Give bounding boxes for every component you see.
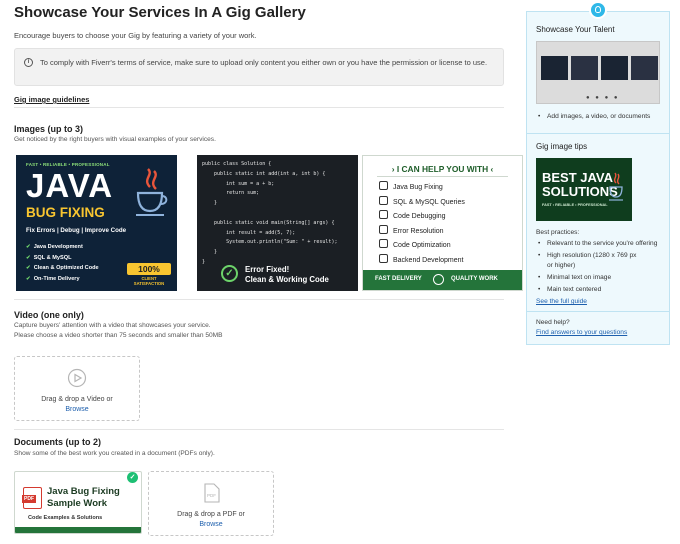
satisfaction-badge: 100% CLIENT SATISFACTION	[127, 263, 171, 286]
card1-title: JAVA	[26, 167, 114, 204]
database-icon	[379, 195, 388, 205]
video-drop-text: Drag & drop a Video or	[41, 396, 113, 403]
check-icon: ✓	[127, 472, 138, 483]
tips-sidebar: Showcase Your Talent ● ● ● ● Add images,…	[526, 11, 670, 345]
divider	[14, 299, 504, 300]
preview-thumb	[571, 56, 598, 80]
list-item: Code Optimization	[379, 239, 465, 254]
notice-text: To comply with Fiverr's terms of service…	[40, 58, 488, 67]
tips-example-image: BEST JAVA SOLUTIONS FAST • RELIABLE • PR…	[536, 158, 632, 221]
list-item: ✔ SQL & MySQL	[26, 254, 72, 261]
card1-bullets: ✔ Java Development ✔ SQL & MySQL ✔ Clean & …	[26, 242, 99, 284]
debug-icon	[379, 210, 388, 220]
pdf-dropzone[interactable]: PDF Drag & drop a PDF or Browse	[148, 471, 274, 536]
divider	[14, 107, 504, 108]
video-title: Video (one only)	[14, 310, 84, 320]
list-item: Error Resolution	[379, 224, 465, 240]
documents-subtitle: Show some of the best work you created i…	[14, 450, 215, 457]
bug-icon	[379, 181, 388, 190]
document-subtitle: Code Examples & Solutions	[28, 515, 103, 521]
pdf-browse-link[interactable]: Browse	[149, 520, 273, 530]
page-subtitle: Encourage buyers to choose your Gig by f…	[14, 31, 257, 40]
list-item: SQL & MySQL Queries	[379, 195, 465, 211]
card3-services: Java Bug Fixing SQL & MySQL Queries Code…	[379, 181, 465, 269]
check-icon: ✔	[26, 275, 31, 282]
full-guide-link[interactable]: See the full guide	[536, 298, 587, 305]
page-title: Showcase Your Services In A Gig Gallery	[14, 4, 306, 21]
list-item: ✔ On-Time Delivery	[26, 275, 80, 282]
gear-icon	[379, 239, 388, 249]
java-cup-icon	[609, 172, 623, 201]
gallery-image-1[interactable]: FAST • RELIABLE • PROFESSIONAL JAVA BUG …	[16, 155, 177, 291]
list-item: Code Debugging	[379, 210, 465, 225]
svg-text:PDF: PDF	[207, 493, 216, 498]
divider	[527, 133, 669, 134]
pdf-drop-text: Drag & drop a PDF or	[177, 511, 245, 518]
check-icon: ✔	[26, 244, 31, 250]
card3-footer: FAST DELIVERY QUALITY WORK	[363, 270, 522, 290]
info-icon: i	[24, 58, 33, 67]
help-label: Need help?	[536, 319, 570, 326]
divider	[14, 429, 504, 430]
images-title: Images (up to 3)	[14, 124, 84, 134]
best-practice-item: High resolution (1280 x 769 px	[538, 251, 636, 261]
gallery-image-3[interactable]: › I CAN HELP YOU WITH ‹ Java Bug Fixing …	[362, 155, 523, 291]
preview-thumb	[631, 56, 658, 80]
card1-subtitle: BUG FIXING	[26, 205, 105, 220]
pdf-file-icon: PDF	[204, 483, 220, 503]
clock-icon	[433, 274, 444, 285]
card3-heading: › I CAN HELP YOU WITH ‹	[391, 164, 494, 174]
sidebar-title-tips: Gig image tips	[536, 142, 588, 151]
check-icon: ✔	[26, 265, 31, 271]
preview-thumb	[541, 56, 568, 80]
carousel-dots: ● ● ● ●	[586, 95, 620, 101]
gig-image-guidelines-link[interactable]: Gig image guidelines	[14, 95, 89, 104]
gallery-preview-image: ● ● ● ●	[536, 41, 660, 104]
documents-title: Documents (up to 2)	[14, 437, 101, 447]
list-item: Java Bug Fixing	[379, 181, 465, 196]
divider	[527, 311, 669, 312]
list-item: ✔ Clean & Optimized Code	[26, 265, 99, 271]
best-practice-item: Minimal text on image	[538, 273, 611, 283]
preview-thumb	[601, 56, 628, 80]
server-icon	[379, 253, 388, 263]
card2-caption: Error Fixed! Clean & Working Code	[245, 265, 329, 284]
best-practice-item: Relevant to the service you're offering	[538, 239, 657, 249]
best-practice-item: Main text centered	[538, 285, 601, 295]
code-snippet: public class Solution { public static in…	[202, 161, 338, 265]
card1-line: Fix Errors | Debug | Improve Code	[26, 227, 127, 234]
sidebar-bullet: Add images, a video, or documents	[538, 112, 650, 122]
video-subtitle-1: Capture buyers' attention with a video t…	[14, 322, 211, 329]
video-subtitle-2: Please choose a video shorter than 75 se…	[14, 332, 223, 339]
settings-icon	[379, 224, 388, 234]
list-item: ✔ Java Development	[26, 244, 83, 250]
gallery-image-2[interactable]: public class Solution { public static in…	[197, 155, 358, 291]
sidebar-title-showcase: Showcase Your Talent	[536, 25, 615, 34]
document-bar	[15, 527, 141, 533]
divider	[377, 176, 508, 177]
java-cup-icon	[136, 168, 168, 216]
play-icon	[67, 368, 87, 388]
check-icon: ✔	[26, 254, 31, 261]
document-title: Java Bug Fixing Sample Work	[47, 486, 120, 509]
best-practices-label: Best practices:	[536, 229, 580, 236]
terms-notice: i To comply with Fiverr's terms of servi…	[14, 48, 504, 86]
video-dropzone[interactable]: Drag & drop a Video or Browse	[14, 356, 140, 421]
pdf-icon: PDF	[22, 487, 42, 509]
video-browse-link[interactable]: Browse	[15, 405, 139, 415]
images-subtitle: Get noticed by the right buyers with vis…	[14, 136, 216, 143]
help-link[interactable]: Find answers to your questions	[536, 329, 627, 336]
best-practice-item-cont: or higher)	[547, 262, 576, 269]
lightbulb-icon	[589, 1, 607, 19]
document-card[interactable]: PDF Java Bug Fixing Sample Work Code Exa…	[14, 471, 142, 534]
check-circle-icon: ✓	[221, 265, 238, 282]
list-item: Backend Development	[379, 253, 465, 269]
